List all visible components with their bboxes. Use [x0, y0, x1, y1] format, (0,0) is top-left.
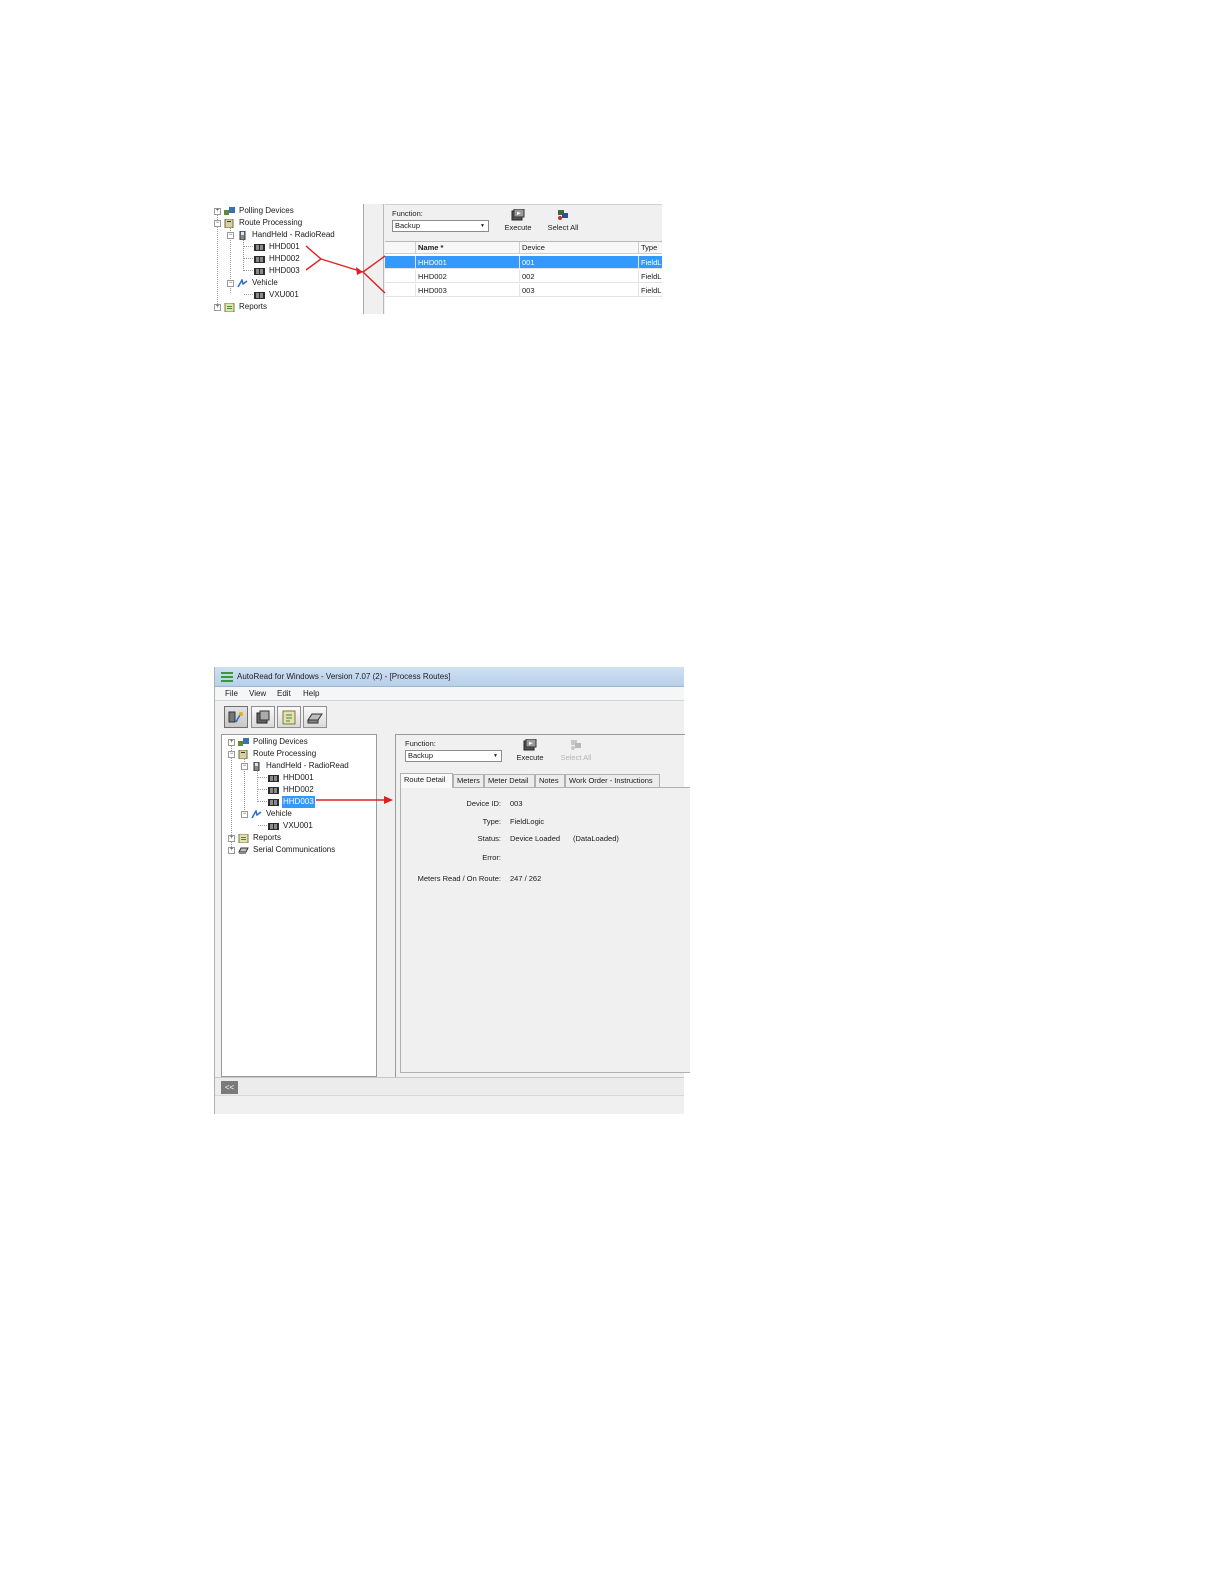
- annotation-arrow: [316, 796, 393, 804]
- screenshot-route-detail: AutoRead for Windows - Version 7.07 (2) …: [214, 667, 690, 1114]
- screenshot-route-list: + Polling Devices − Route Processing − H…: [213, 204, 662, 315]
- tab-route-detail[interactable]: Route Detail: [400, 773, 453, 788]
- annotation-arrows: [305, 245, 386, 294]
